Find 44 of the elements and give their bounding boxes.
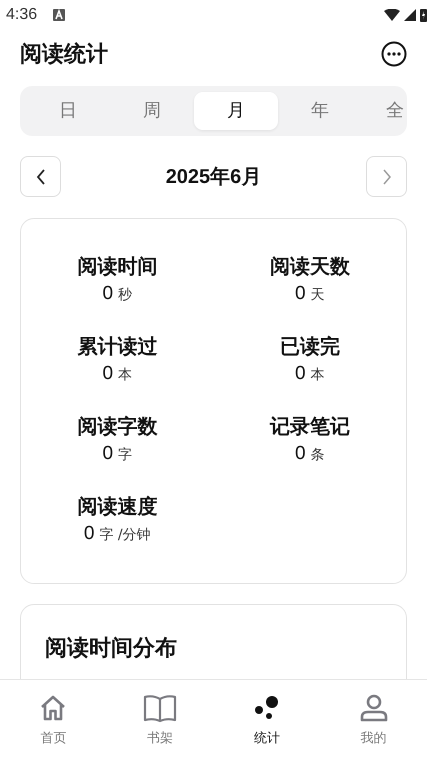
status-time: 4:36 [6, 6, 38, 24]
signal-icon [404, 9, 416, 21]
nav-tab[interactable]: 我的 [320, 680, 427, 760]
period-tab[interactable]: 全 [386, 92, 404, 130]
stat-label: 记录笔记 [270, 413, 350, 439]
stat-label: 阅读天数 [270, 253, 350, 279]
stat-unit: 秒 [118, 286, 132, 304]
previous-button[interactable] [20, 156, 61, 197]
nav-tab[interactable]: 首页 [0, 680, 107, 760]
page-title: 阅读统计 [20, 41, 108, 69]
stat-unit: 本 [310, 366, 325, 384]
stat-value: 0 [84, 523, 94, 545]
stat-value: 0 [294, 283, 306, 305]
notification-icon [53, 9, 66, 21]
period-tab[interactable]: 月 [194, 92, 278, 130]
period-tab[interactable]: 周 [110, 92, 194, 130]
stat-label: 阅读字数 [77, 413, 158, 439]
battery-icon [420, 8, 427, 22]
chevron-right-icon [382, 168, 392, 184]
card-title: 阅读时间分布 [45, 636, 177, 661]
stat-unit: 天 [310, 286, 325, 304]
period-tab[interactable]: 年 [278, 92, 362, 130]
stat-value: 0 [102, 443, 114, 465]
stat-value: 0 [294, 363, 306, 385]
stat-label: 累计读过 [77, 333, 158, 359]
stat-unit: 字 /分钟 [99, 526, 151, 544]
stat-label: 阅读时间 [77, 253, 158, 279]
chevron-left-icon [36, 168, 46, 184]
stat-value: 0 [294, 443, 306, 465]
stat-label: 阅读速度 [77, 493, 158, 519]
stat-unit: 条 [310, 446, 325, 464]
more-icon[interactable] [381, 41, 407, 67]
wifi-icon [384, 9, 400, 21]
nav-tab[interactable]: 统计 [214, 680, 320, 760]
stat-unit: 本 [118, 366, 132, 384]
profile-icon [360, 692, 388, 724]
stat-value: 0 [102, 283, 114, 305]
stat-value: 0 [102, 363, 114, 385]
stat-label: 已读完 [280, 333, 340, 359]
book-icon [143, 692, 178, 724]
period-tab[interactable]: 日 [26, 92, 110, 130]
stat-unit: 字 [118, 446, 132, 464]
period-title: 2025年6月 [166, 165, 262, 190]
nav-tab[interactable]: 书架 [106, 680, 214, 760]
